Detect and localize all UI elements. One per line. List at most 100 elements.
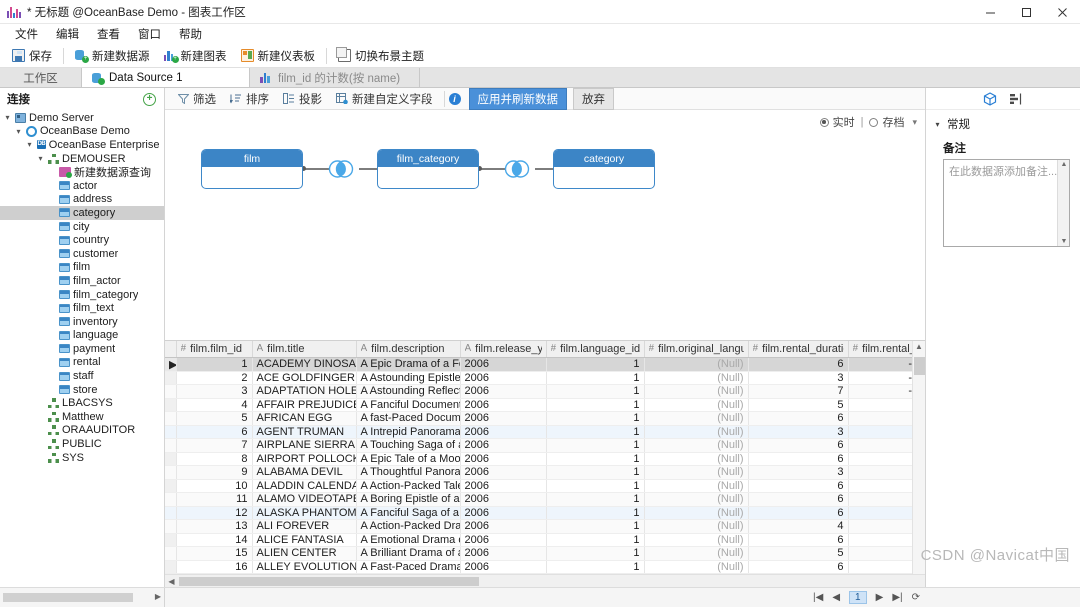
- cell-language-id[interactable]: 1: [546, 479, 645, 493]
- cell-original-language-id[interactable]: (Null): [644, 465, 749, 480]
- tree-chevron-icon[interactable]: ▾: [14, 127, 23, 136]
- refresh-button[interactable]: ⟳: [912, 592, 920, 603]
- sidebar-hscroll-thumb[interactable]: [3, 593, 133, 602]
- tree-node-PUBLIC[interactable]: PUBLIC: [0, 437, 164, 451]
- cell-rental-duration[interactable]: 3: [748, 371, 849, 385]
- cell-language-id[interactable]: 1: [546, 425, 645, 439]
- column-header-film-original_language_[interactable]: #film.original_language_: [644, 341, 749, 358]
- cell-release-year[interactable]: 2006: [460, 560, 547, 574]
- cell-title[interactable]: AIRPLANE SIERRA: [252, 438, 357, 453]
- cell-rental-duration[interactable]: 4: [748, 519, 849, 534]
- cell-film-id[interactable]: 13: [176, 519, 253, 534]
- cell-release-year[interactable]: 2006: [460, 506, 547, 520]
- cell-description[interactable]: A Fanciful Documentary of: [356, 398, 461, 412]
- row-indicator[interactable]: [165, 371, 177, 385]
- current-page-value[interactable]: 1: [849, 591, 867, 604]
- cell-original-language-id[interactable]: (Null): [644, 438, 749, 453]
- cell-release-year[interactable]: 2006: [460, 398, 547, 412]
- cell-rental-duration[interactable]: 5: [748, 398, 849, 412]
- cell-language-id[interactable]: 1: [546, 357, 645, 372]
- table-row[interactable]: 2ACE GOLDFINGERA Astounding Epistle of a…: [165, 371, 925, 385]
- vertical-scroll-thumb[interactable]: [914, 357, 925, 375]
- cell-description[interactable]: A Boring Epistle of a Butler: [356, 492, 461, 507]
- cell-description[interactable]: A Astounding Epistle of a D: [356, 371, 461, 385]
- tab-workspace[interactable]: 工作区: [0, 68, 82, 87]
- cell-description[interactable]: A Touching Saga of a Hunt: [356, 438, 461, 453]
- cell-release-year[interactable]: 2006: [460, 533, 547, 547]
- cell-title[interactable]: ALAMO VIDEOTAPE: [252, 492, 357, 507]
- tree-node-film_text[interactable]: film_text: [0, 301, 164, 315]
- last-page-button[interactable]: ▶|: [892, 592, 902, 603]
- table-row[interactable]: 9ALABAMA DEVILA Thoughtful Panorama of20…: [165, 465, 925, 480]
- cell-release-year[interactable]: 2006: [460, 465, 547, 480]
- save-button[interactable]: 保存: [5, 46, 59, 66]
- tree-node-OceanBaseDemo[interactable]: ▾ OceanBase Demo: [0, 125, 164, 139]
- first-page-button[interactable]: |◀: [813, 592, 823, 603]
- table-row[interactable]: 4AFFAIR PREJUDICEA Fanciful Documentary …: [165, 398, 925, 412]
- cell-title[interactable]: ADAPTATION HOLES: [252, 384, 357, 399]
- cell-release-year[interactable]: 2006: [460, 492, 547, 507]
- cell-language-id[interactable]: 1: [546, 560, 645, 574]
- tree-node-payment[interactable]: payment: [0, 342, 164, 356]
- cell-language-id[interactable]: 1: [546, 371, 645, 385]
- table-row[interactable]: ▶1ACADEMY DINOSAURA Epic Drama of a Femi…: [165, 357, 925, 372]
- cell-description[interactable]: A Emotional Drama of a A: [356, 533, 461, 547]
- scroll-up-icon[interactable]: ▲: [913, 342, 925, 351]
- table-row[interactable]: 7AIRPLANE SIERRAA Touching Saga of a Hun…: [165, 438, 925, 453]
- cell-rental-duration[interactable]: 6: [748, 533, 849, 547]
- tree-node-DemoServer[interactable]: ▾ Demo Server: [0, 111, 164, 125]
- cell-description[interactable]: A Action-Packed Tale of a: [356, 479, 461, 493]
- table-row[interactable]: 6AGENT TRUMANA Intrepid Panorama of a F2…: [165, 425, 925, 439]
- table-row[interactable]: 8AIRPORT POLLOCKA Epic Tale of a Moose A…: [165, 452, 925, 466]
- apply-refresh-button[interactable]: 应用并刷新数据: [468, 87, 567, 110]
- cell-rental-duration[interactable]: 3: [748, 465, 849, 480]
- cell-release-year[interactable]: 2006: [460, 546, 547, 561]
- column-header-film-release_year[interactable]: Afilm.release_year: [460, 341, 547, 358]
- cell-original-language-id[interactable]: (Null): [644, 411, 749, 426]
- cell-language-id[interactable]: 1: [546, 492, 645, 507]
- cell-film-id[interactable]: 16: [176, 560, 253, 574]
- cell-description[interactable]: A Epic Drama of a Feminist: [356, 357, 461, 372]
- cell-description[interactable]: A Thoughtful Panorama of: [356, 465, 461, 480]
- tree-node-language[interactable]: language: [0, 329, 164, 343]
- cell-original-language-id[interactable]: (Null): [644, 452, 749, 466]
- tree-chevron-icon[interactable]: ▾: [25, 140, 34, 149]
- row-indicator[interactable]: [165, 560, 177, 574]
- switch-theme-button[interactable]: 切换布景主题: [331, 46, 431, 66]
- tree-node-category[interactable]: category: [0, 206, 164, 220]
- tree-node-ORAAUDITOR[interactable]: ORAAUDITOR: [0, 424, 164, 438]
- cell-description[interactable]: A Fast-Paced Drama of a R: [356, 560, 461, 574]
- horizontal-scroll-thumb[interactable]: [179, 577, 479, 586]
- tree-node-store[interactable]: store: [0, 383, 164, 397]
- next-page-button[interactable]: ▶: [876, 592, 884, 603]
- cell-film-id[interactable]: 8: [176, 452, 253, 466]
- memo-scroll-up-icon[interactable]: ▲: [1058, 161, 1070, 168]
- add-connection-icon[interactable]: +: [143, 92, 156, 106]
- tab-data-source-1[interactable]: Data Source 1: [82, 68, 250, 87]
- cell-language-id[interactable]: 1: [546, 452, 645, 466]
- tree-chevron-icon[interactable]: ▾: [3, 113, 12, 122]
- inner-join-icon-1[interactable]: [328, 158, 354, 180]
- cell-language-id[interactable]: 1: [546, 519, 645, 534]
- row-indicator[interactable]: [165, 533, 177, 547]
- cell-language-id[interactable]: 1: [546, 398, 645, 412]
- cell-description[interactable]: A Brilliant Drama of a Cat A: [356, 546, 461, 561]
- table-row[interactable]: 10ALADDIN CALENDAR IIA Action-Packed Tal…: [165, 479, 925, 493]
- cell-title[interactable]: ALIEN CENTER: [252, 546, 357, 561]
- live-radio[interactable]: [819, 117, 829, 127]
- row-indicator[interactable]: [165, 452, 177, 466]
- cell-language-id[interactable]: 1: [546, 465, 645, 480]
- cell-original-language-id[interactable]: (Null): [644, 492, 749, 507]
- cell-language-id[interactable]: 1: [546, 438, 645, 453]
- discard-button[interactable]: 放弃: [573, 87, 614, 110]
- cell-description[interactable]: A Action-Packed Drama of: [356, 519, 461, 534]
- cube-icon[interactable]: [983, 91, 997, 106]
- row-indicator[interactable]: [165, 465, 177, 480]
- row-indicator[interactable]: [165, 492, 177, 507]
- column-header-film-title[interactable]: Afilm.title: [252, 341, 357, 358]
- cell-language-id[interactable]: 1: [546, 506, 645, 520]
- entity-category[interactable]: category: [553, 149, 655, 189]
- cell-rental-duration[interactable]: 6: [748, 452, 849, 466]
- row-indicator[interactable]: [165, 506, 177, 520]
- cell-title[interactable]: ACADEMY DINOSAUR: [252, 357, 357, 372]
